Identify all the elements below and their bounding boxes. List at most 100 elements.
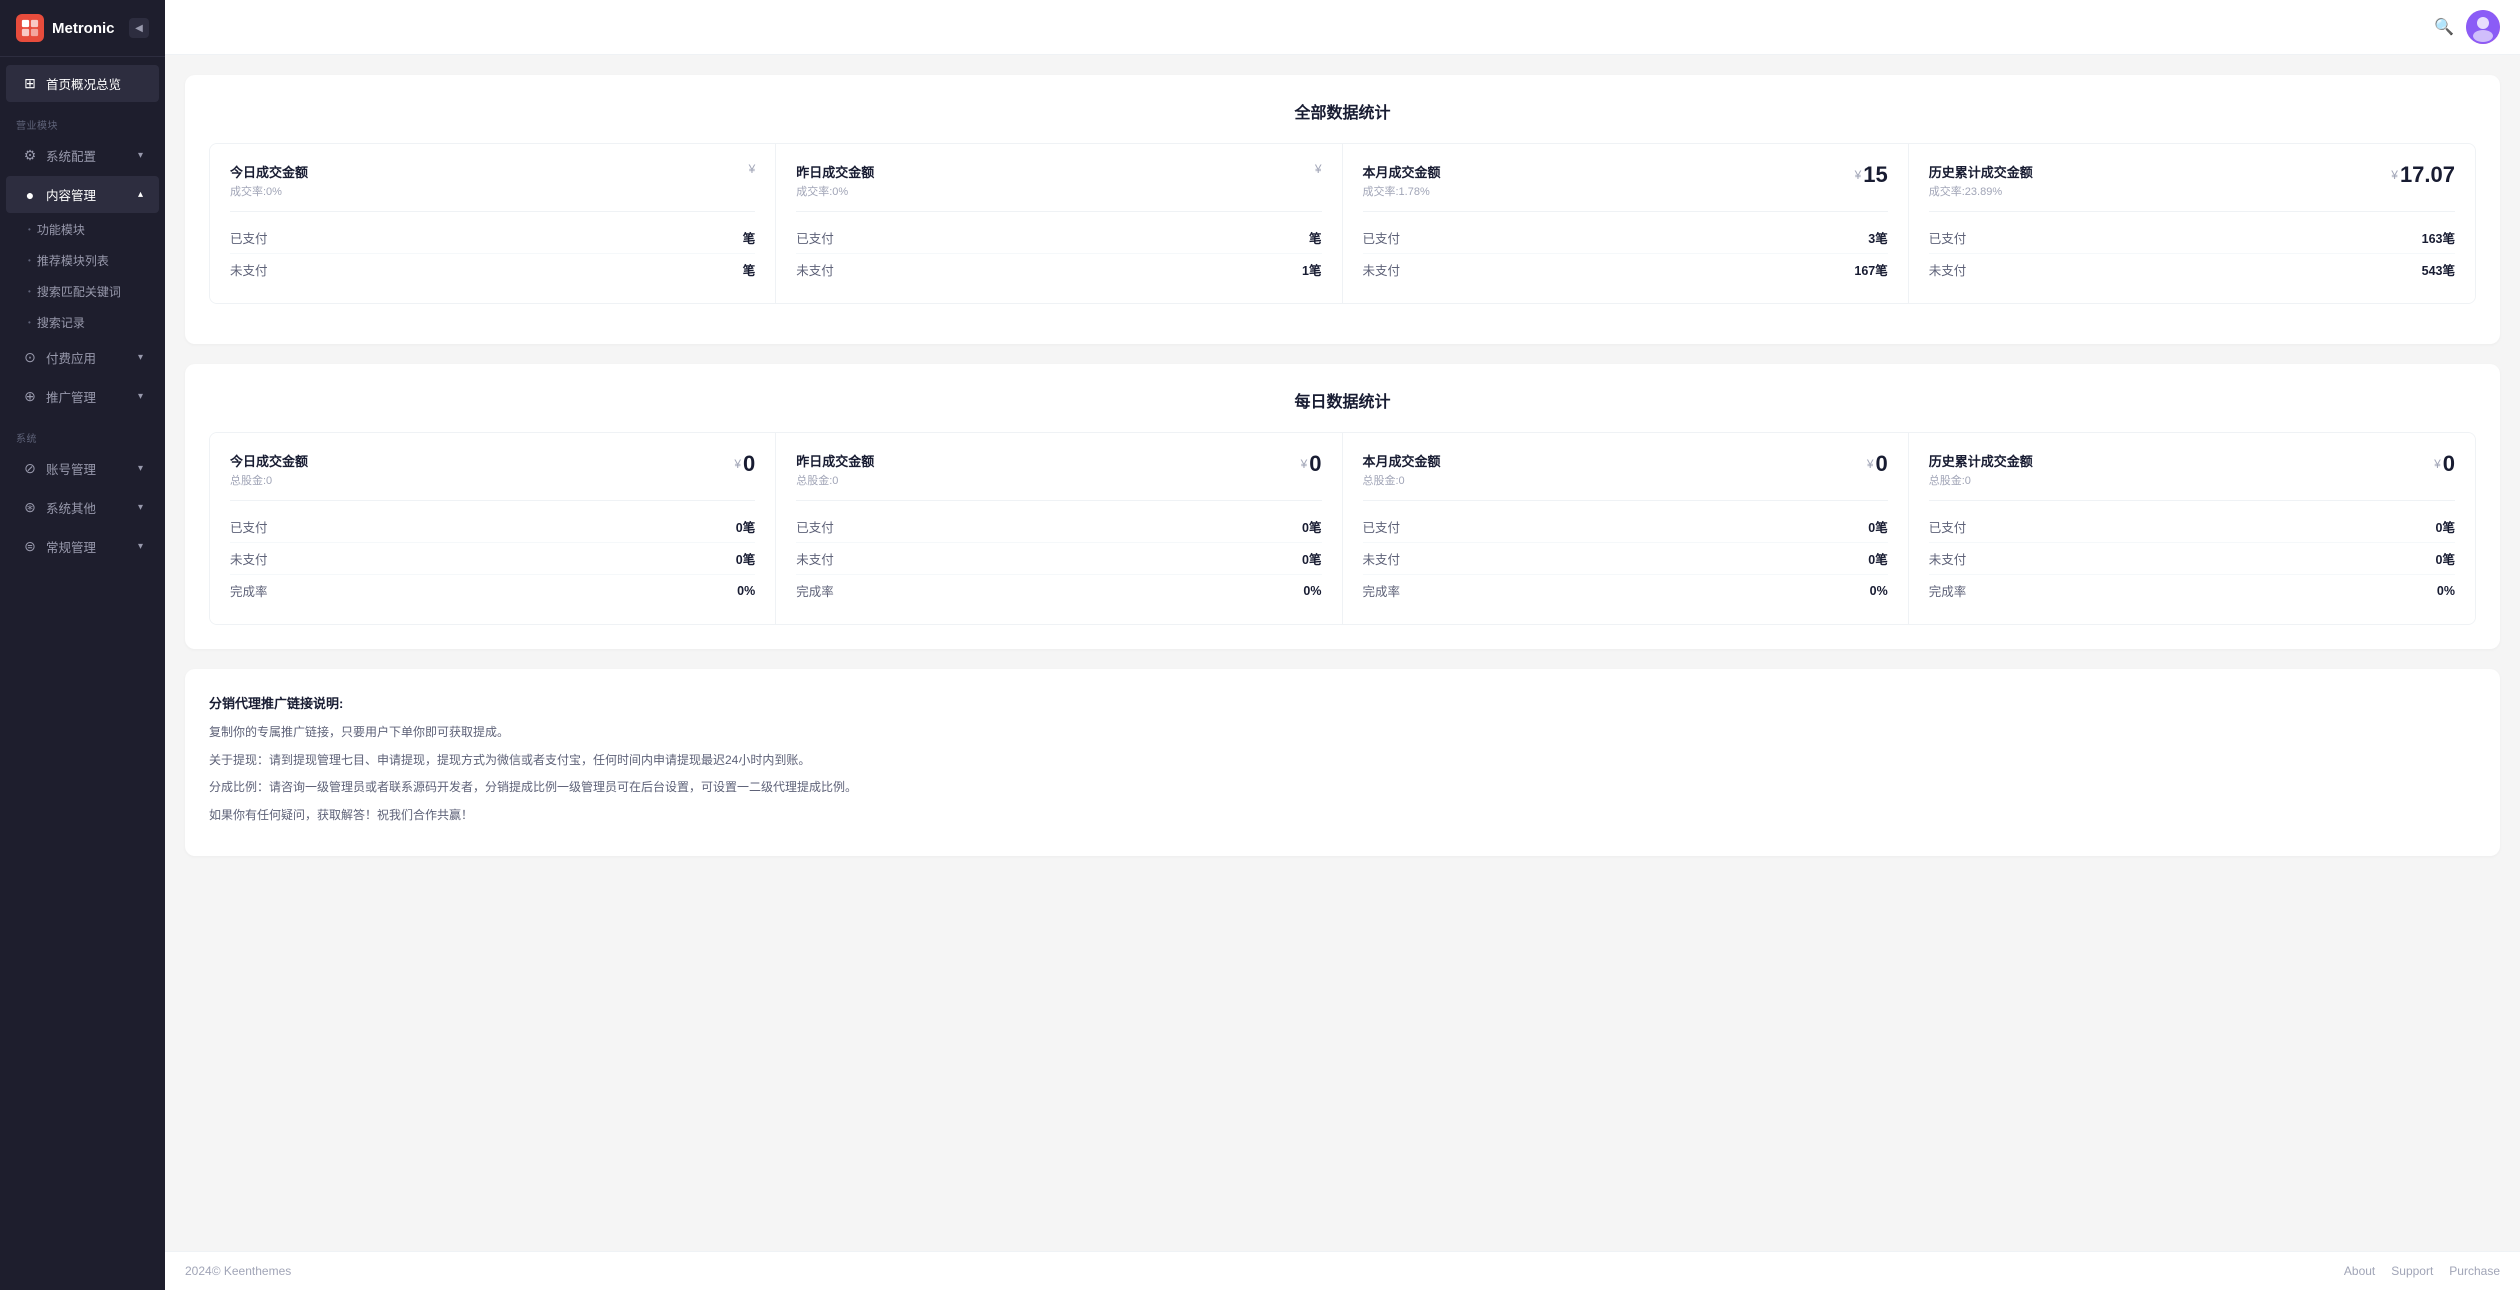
- all-history-row2: 未支付 543笔: [1929, 254, 2455, 285]
- daily-data-title: 每日数据统计: [209, 388, 2476, 412]
- info-p3: 分成比例：请咨询一级管理员或者联系源码开发者，分销提成比例一级管理员可在后台设置…: [209, 777, 2476, 799]
- section-label-system: 系统: [0, 416, 165, 449]
- all-yesterday-label: 昨日成交金额: [796, 162, 874, 181]
- all-history-label: 历史累计成交金额: [1929, 162, 2033, 181]
- daily-month-label: 本月成交金额: [1363, 451, 1441, 470]
- daily-today-card: 今日成交金额 总股金:0 ¥0 已支付 0笔 未支付: [210, 433, 776, 624]
- daily-yesterday-card: 昨日成交金额 总股金:0 ¥0 已支付 0笔 未支付: [776, 433, 1342, 624]
- all-month-sublabel: 成交率:1.78%: [1363, 183, 1441, 199]
- footer-links: About Support Purchase: [2344, 1264, 2500, 1278]
- all-data-section: 全部数据统计 今日成交金额 成交率:0% ¥: [185, 75, 2500, 344]
- home-label: 首页概况总览: [46, 74, 121, 93]
- main-content: 🔍 全部数据统计 今日成交金额 成交率:0%: [165, 0, 2520, 1290]
- daily-month-row2: 未支付 0笔: [1363, 543, 1888, 575]
- sidebar-logo: Metronic ◀: [0, 0, 165, 57]
- sidebar-sub-search-keyword[interactable]: 搜索匹配关键词: [0, 276, 165, 307]
- daily-month-card: 本月成交金额 总股金:0 ¥0 已支付 0笔 未支付: [1343, 433, 1909, 624]
- sidebar-item-promotion-mgmt[interactable]: ⊕ 推广管理 ▾: [6, 378, 159, 415]
- collapse-button[interactable]: ◀: [129, 18, 149, 38]
- info-p4: 如果你有任何疑问，获取解答！祝我们合作共赢！: [209, 805, 2476, 827]
- all-month-label: 本月成交金额: [1363, 162, 1441, 181]
- sidebar-item-system-other[interactable]: ⊛ 系统其他 ▾: [6, 489, 159, 526]
- account-icon: ⊘: [22, 460, 38, 477]
- footer-copyright: 2024© Keenthemes: [185, 1264, 291, 1278]
- all-today-row2: 未支付 笔: [230, 254, 755, 285]
- daily-today-value: ¥0: [734, 451, 755, 477]
- footer: 2024© Keenthemes About Support Purchase: [165, 1251, 2520, 1290]
- system-config-label: 系统配置: [46, 146, 96, 165]
- daily-month-value: ¥0: [1867, 451, 1888, 477]
- footer-support[interactable]: Support: [2391, 1264, 2433, 1278]
- logo-icon: [16, 14, 44, 42]
- system-icon: ⊛: [22, 499, 38, 516]
- app-name: Metronic: [52, 20, 115, 37]
- sidebar-item-system-config[interactable]: ⚙ 系统配置 ▾: [6, 137, 159, 174]
- daily-yesterday-row2: 未支付 0笔: [796, 543, 1321, 575]
- daily-history-label: 历史累计成交金额: [1929, 451, 2033, 470]
- all-history-value: ¥17.07: [2391, 162, 2455, 188]
- home-icon: ⊞: [22, 75, 38, 92]
- all-data-title: 全部数据统计: [209, 99, 2476, 123]
- sidebar-item-payment-app[interactable]: ⊙ 付费应用 ▾: [6, 339, 159, 376]
- daily-yesterday-row1: 已支付 0笔: [796, 511, 1321, 543]
- daily-today-row2: 未支付 0笔: [230, 543, 755, 575]
- search-icon[interactable]: 🔍: [2434, 17, 2454, 37]
- settings-icon: ⚙: [22, 147, 38, 164]
- all-month-row1: 已支付 3笔: [1363, 222, 1888, 254]
- daily-yesterday-label: 昨日成交金额: [796, 451, 874, 470]
- section-label-business: 营业模块: [0, 103, 165, 136]
- daily-today-row3: 完成率 0%: [230, 575, 755, 606]
- all-history-sublabel: 成交率:23.89%: [1929, 183, 2033, 199]
- all-history-card: 历史累计成交金额 成交率:23.89% ¥17.07 已支付 163笔: [1909, 144, 2475, 303]
- arrow-icon: ▾: [138, 150, 143, 161]
- sidebar-item-account-mgmt[interactable]: ⊘ 账号管理 ▾: [6, 450, 159, 487]
- payment-app-label: 付费应用: [46, 348, 96, 367]
- daily-today-sublabel: 总股金:0: [230, 472, 308, 488]
- arrow-icon6: ▾: [138, 541, 143, 552]
- payment-icon: ⊙: [22, 349, 38, 366]
- system-other-label: 系统其他: [46, 498, 96, 517]
- daily-today-label: 今日成交金额: [230, 451, 308, 470]
- sidebar: Metronic ◀ ⊞ 首页概况总览 营业模块 ⚙ 系统配置 ▾ ● 内容管理…: [0, 0, 165, 1290]
- sidebar-sub-search-log[interactable]: 搜索记录: [0, 307, 165, 338]
- info-section: 分销代理推广链接说明: 复制你的专属推广链接，只要用户下单你即可获取提成。 关于…: [185, 669, 2500, 856]
- common-icon: ⊜: [22, 538, 38, 555]
- promotion-icon: ⊕: [22, 388, 38, 405]
- daily-month-row1: 已支付 0笔: [1363, 511, 1888, 543]
- daily-today-row1: 已支付 0笔: [230, 511, 755, 543]
- daily-month-row3: 完成率 0%: [1363, 575, 1888, 606]
- arrow-icon5: ▾: [138, 502, 143, 513]
- sidebar-item-home[interactable]: ⊞ 首页概况总览: [6, 65, 159, 102]
- footer-about[interactable]: About: [2344, 1264, 2375, 1278]
- all-month-value: ¥15: [1855, 162, 1888, 188]
- all-today-card: 今日成交金额 成交率:0% ¥ 已支付 笔 未支付: [210, 144, 776, 303]
- all-yesterday-sublabel: 成交率:0%: [796, 183, 874, 199]
- footer-purchase[interactable]: Purchase: [2449, 1264, 2500, 1278]
- all-yesterday-row1: 已支付 笔: [796, 222, 1321, 254]
- topbar: 🔍: [165, 0, 2520, 55]
- info-p1: 复制你的专属推广链接，只要用户下单你即可获取提成。: [209, 722, 2476, 744]
- arrow-icon3: ▾: [138, 391, 143, 402]
- daily-history-row2: 未支付 0笔: [1929, 543, 2455, 575]
- daily-history-sublabel: 总股金:0: [1929, 472, 2033, 488]
- info-title: 分销代理推广链接说明:: [209, 693, 2476, 712]
- sidebar-sub-features[interactable]: 功能模块: [0, 214, 165, 245]
- all-yesterday-card: 昨日成交金额 成交率:0% ¥ 已支付 笔 未支付: [776, 144, 1342, 303]
- daily-yesterday-row3: 完成率 0%: [796, 575, 1321, 606]
- sidebar-item-common-mgmt[interactable]: ⊜ 常规管理 ▾: [6, 528, 159, 565]
- all-today-sublabel: 成交率:0%: [230, 183, 308, 199]
- sidebar-sub-recommend[interactable]: 推荐模块列表: [0, 245, 165, 276]
- content-area: 全部数据统计 今日成交金额 成交率:0% ¥: [165, 55, 2520, 1251]
- sidebar-item-content-mgmt[interactable]: ● 内容管理 ▴: [6, 176, 159, 213]
- account-mgmt-label: 账号管理: [46, 459, 96, 478]
- all-data-grid: 今日成交金额 成交率:0% ¥ 已支付 笔 未支付: [209, 143, 2476, 304]
- daily-data-grid: 今日成交金额 总股金:0 ¥0 已支付 0笔 未支付: [209, 432, 2476, 625]
- user-avatar[interactable]: [2466, 10, 2500, 44]
- daily-month-sublabel: 总股金:0: [1363, 472, 1441, 488]
- common-mgmt-label: 常规管理: [46, 537, 96, 556]
- daily-history-row3: 完成率 0%: [1929, 575, 2455, 606]
- all-today-value: ¥: [749, 162, 756, 176]
- arrow-icon4: ▾: [138, 463, 143, 474]
- all-month-row2: 未支付 167笔: [1363, 254, 1888, 285]
- content-icon: ●: [22, 187, 38, 203]
